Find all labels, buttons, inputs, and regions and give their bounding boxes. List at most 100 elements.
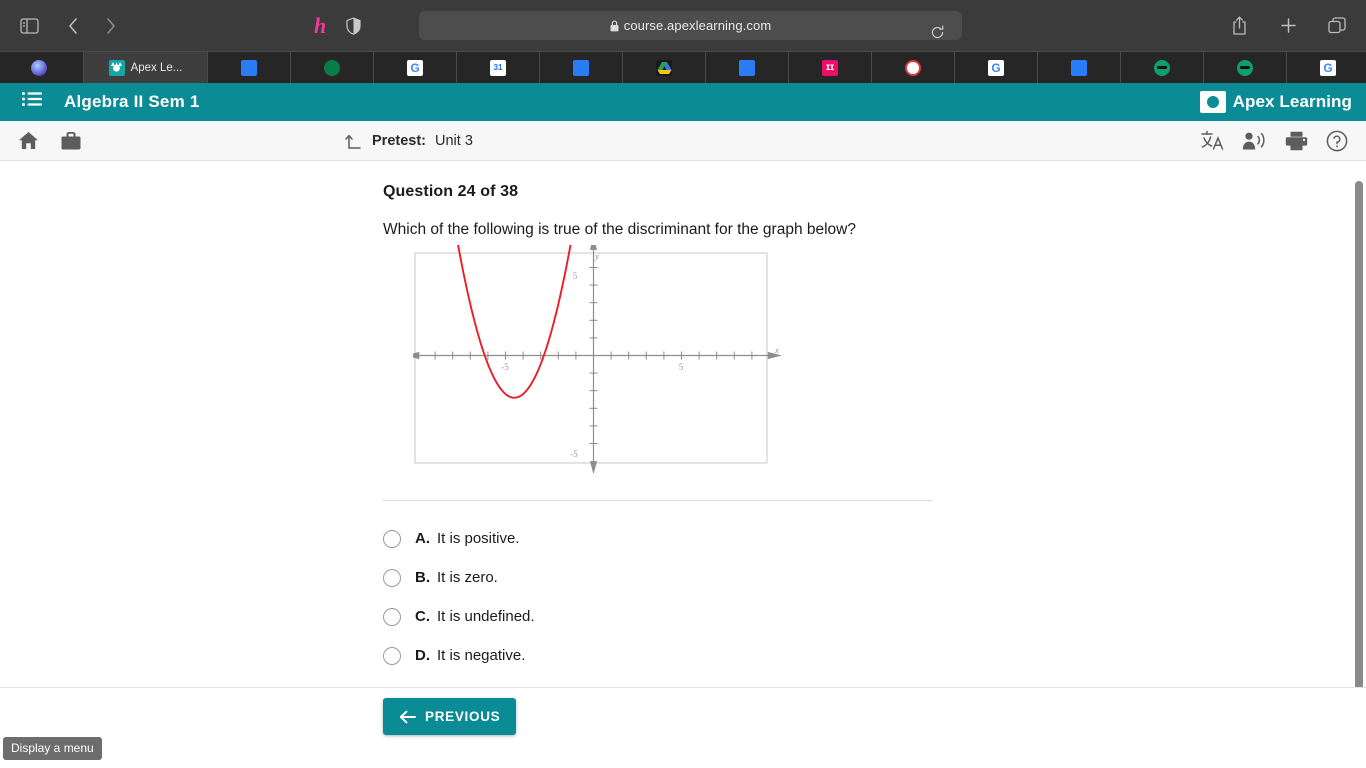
answer-options: A. It is positive. B. It is zero. C. It … <box>383 519 1366 675</box>
content-area: Question 24 of 38 Which of the following… <box>0 161 1366 763</box>
translate-icon[interactable] <box>1201 130 1224 151</box>
nav-back-icon[interactable] <box>58 11 88 41</box>
page-scrollbar[interactable] <box>1351 161 1366 763</box>
tab-item[interactable]: G <box>374 52 457 83</box>
scrollbar-thumb[interactable] <box>1355 181 1363 701</box>
sidebar-toggle-icon[interactable] <box>14 11 44 41</box>
tab-item[interactable] <box>1121 52 1204 83</box>
teal-circle-favicon <box>1154 59 1170 76</box>
tab-item[interactable]: G <box>1287 52 1366 83</box>
browser-chrome: h course.apexlearning.com Apex Le... G 3… <box>0 0 1366 83</box>
up-level-arrow-icon[interactable] <box>345 132 363 150</box>
subnav-tools <box>1201 130 1348 152</box>
tab-item[interactable] <box>623 52 706 83</box>
answer-text: It is undefined. <box>437 608 535 625</box>
tab-item[interactable] <box>1204 52 1287 83</box>
google-sheets-favicon <box>1071 59 1087 76</box>
answer-option-b[interactable]: B. It is zero. <box>383 558 1366 597</box>
graph-figure: y x 5 -5 -5 5 <box>405 236 1366 478</box>
answer-option-a[interactable]: A. It is positive. <box>383 519 1366 558</box>
answer-text: It is negative. <box>437 647 526 664</box>
google-sheets-favicon <box>241 59 257 76</box>
tab-item[interactable] <box>1038 52 1121 83</box>
tab-item[interactable] <box>706 52 789 83</box>
answer-text: It is positive. <box>437 530 520 547</box>
share-icon[interactable] <box>1224 10 1254 40</box>
breadcrumb-value: Unit 3 <box>435 132 473 149</box>
read-aloud-icon[interactable] <box>1242 131 1267 151</box>
apex-logo-text: Apex Learning <box>1232 91 1352 111</box>
apex-logo-mark <box>1199 90 1226 113</box>
answer-text: It is zero. <box>437 569 498 586</box>
radio-d[interactable] <box>383 646 401 665</box>
tab-item[interactable]: G <box>955 52 1038 83</box>
tab-item[interactable] <box>0 52 84 83</box>
address-bar[interactable]: course.apexlearning.com <box>419 11 962 40</box>
google-favicon: G <box>1320 59 1336 76</box>
answer-letter: B. <box>415 569 430 586</box>
google-drive-favicon <box>656 59 672 76</box>
tab-overview-icon[interactable] <box>1322 10 1352 40</box>
plot-frame <box>414 252 768 464</box>
x-tick-label-neg5: -5 <box>501 362 509 372</box>
answer-option-c[interactable]: C. It is undefined. <box>383 597 1366 636</box>
tab-item[interactable] <box>208 52 291 83</box>
honey-extension-icon[interactable]: h <box>314 14 326 37</box>
google-calendar-favicon: 31 <box>490 59 506 76</box>
lock-icon <box>610 20 619 32</box>
address-bar-url: course.apexlearning.com <box>623 18 772 33</box>
toolbar-right-actions <box>1224 10 1352 40</box>
question-number: Question 24 of 38 <box>383 183 519 200</box>
google-favicon: G <box>407 59 423 76</box>
google-sheets-favicon <box>739 59 755 76</box>
radio-c[interactable] <box>383 607 401 626</box>
y-tick-label-neg5: -5 <box>570 449 578 459</box>
hamburger-menu-icon[interactable] <box>22 92 42 111</box>
pink-app-favicon: ɪɪ <box>822 59 838 76</box>
sub-navigation-bar: Pretest: Unit 3 <box>0 121 1366 161</box>
navigation-footer: PREVIOUS <box>0 687 1366 763</box>
radio-b[interactable] <box>383 568 401 587</box>
tab-item[interactable] <box>540 52 623 83</box>
x-axis-label: x <box>774 345 779 355</box>
apex-favicon <box>108 59 125 76</box>
tab-item[interactable]: ɪɪ <box>789 52 872 83</box>
app-header: Algebra II Sem 1 Apex Learning <box>0 82 1366 121</box>
answer-letter: A. <box>415 530 430 547</box>
shield-extension-icon[interactable] <box>338 11 368 41</box>
discriminant-parabola-chart: y x 5 -5 -5 5 <box>405 236 782 475</box>
green-circle-favicon <box>324 59 340 76</box>
arrow-left-icon <box>399 710 416 723</box>
red-ring-favicon <box>905 59 921 76</box>
reload-icon[interactable] <box>922 17 952 47</box>
previous-button-label: PREVIOUS <box>425 709 501 724</box>
new-tab-icon[interactable] <box>1273 10 1303 40</box>
nav-forward-icon[interactable] <box>96 11 126 41</box>
breadcrumb: Pretest: Unit 3 <box>345 132 473 150</box>
tab-item[interactable] <box>291 52 374 83</box>
answer-letter: C. <box>415 608 430 625</box>
breadcrumb-label: Pretest: <box>372 132 426 149</box>
briefcase-icon[interactable] <box>61 131 81 150</box>
question-prompt: Which of the following is true of the di… <box>383 221 856 238</box>
y-tick-label-5: 5 <box>573 271 578 281</box>
tab-item-apex-learning[interactable]: Apex Le... <box>84 52 208 83</box>
help-icon[interactable] <box>1326 130 1348 152</box>
tab-label: Apex Le... <box>130 61 183 74</box>
google-favicon: G <box>988 59 1004 76</box>
home-icon[interactable] <box>18 131 39 150</box>
iris-favicon <box>30 59 47 76</box>
previous-button[interactable]: PREVIOUS <box>383 698 517 735</box>
radio-a[interactable] <box>383 529 401 548</box>
y-axis-label: y <box>594 251 599 261</box>
apex-learning-logo: Apex Learning <box>1199 90 1352 113</box>
question-pane: Question 24 of 38 Which of the following… <box>0 161 1366 737</box>
google-sheets-favicon <box>573 59 589 76</box>
print-icon[interactable] <box>1285 131 1308 151</box>
x-tick-label-5: 5 <box>679 362 684 372</box>
answer-letter: D. <box>415 647 430 664</box>
status-tooltip: Display a menu <box>3 737 102 760</box>
tab-item[interactable]: 31 <box>457 52 540 83</box>
answer-option-d[interactable]: D. It is negative. <box>383 636 1366 675</box>
tab-item[interactable] <box>872 52 955 83</box>
